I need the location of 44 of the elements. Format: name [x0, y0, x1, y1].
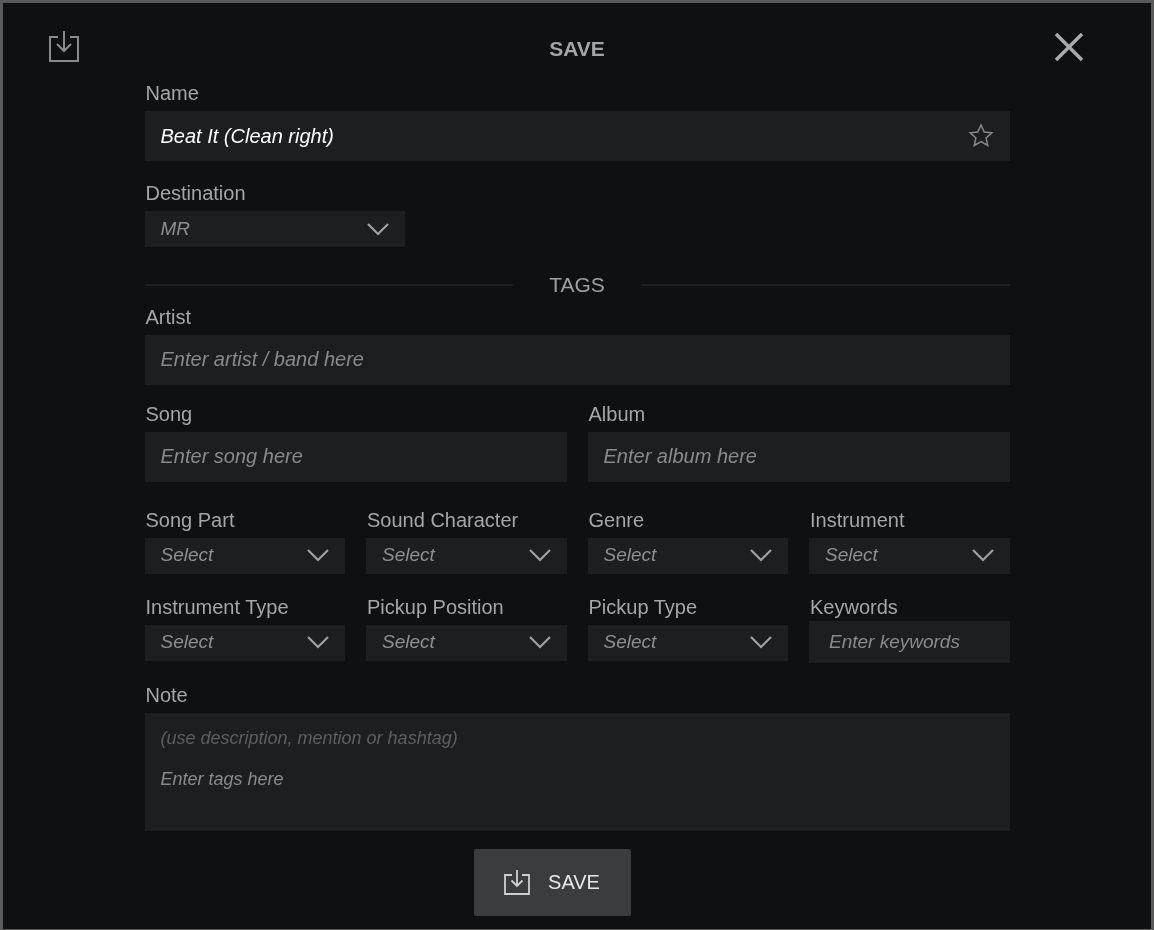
field-label: Artist — [145, 306, 192, 327]
field-label: Song Part — [145, 509, 235, 530]
select-dropdown[interactable]: Select — [366, 537, 567, 574]
field-label: Note — [145, 684, 188, 705]
select-dropdown[interactable]: Select — [366, 624, 567, 661]
save-button[interactable]: SAVE — [473, 848, 631, 916]
name-field[interactable]: Beat It (Clean right) — [144, 111, 1010, 161]
field-label: Keywords — [810, 596, 898, 617]
destination-dropdown[interactable]: MR — [144, 211, 405, 247]
select-dropdown[interactable]: Select — [587, 537, 788, 574]
artist-field[interactable]: Enter artist / band here — [144, 334, 1010, 385]
field-label: Instrument Type — [145, 596, 289, 617]
star-icon[interactable] — [967, 123, 994, 149]
field-label: Pickup Position — [367, 596, 504, 617]
chevron-down-icon — [307, 636, 329, 649]
select-dropdown[interactable]: Select — [144, 537, 345, 574]
section-heading: TAGS — [549, 272, 605, 298]
close-button[interactable] — [1053, 31, 1085, 63]
select-dropdown[interactable]: Select — [144, 624, 345, 661]
download-icon[interactable] — [48, 29, 80, 63]
field-label: Pickup Type — [588, 596, 698, 617]
field-label: Instrument — [810, 509, 905, 530]
select-dropdown[interactable]: Select — [809, 537, 1010, 574]
album-field[interactable]: Enter album here — [587, 431, 1010, 482]
song-field[interactable]: Enter song here — [144, 431, 567, 482]
field-label: Name — [145, 83, 199, 103]
field-label: Destination — [145, 183, 246, 203]
select-dropdown[interactable]: Select — [587, 624, 788, 661]
chevron-down-icon — [750, 549, 772, 562]
chevron-down-icon — [971, 549, 994, 562]
chevron-down-icon — [528, 549, 551, 562]
chevron-down-icon — [366, 222, 389, 236]
note-hint: (use description, mention or hashtag) — [160, 726, 459, 750]
field-label: Song — [145, 403, 193, 424]
keywords-field[interactable]: Enter keywords — [809, 620, 1010, 663]
field-label: Album — [588, 403, 646, 424]
field-label: Sound Character — [367, 509, 519, 530]
chevron-down-icon — [750, 636, 772, 649]
tags-input[interactable]: Enter tags here — [160, 765, 994, 819]
chevron-down-icon — [307, 549, 329, 562]
chevron-down-icon — [528, 636, 551, 649]
download-icon — [504, 869, 531, 895]
field-label: Genre — [588, 509, 645, 530]
dialog-title: SAVE — [549, 36, 605, 63]
